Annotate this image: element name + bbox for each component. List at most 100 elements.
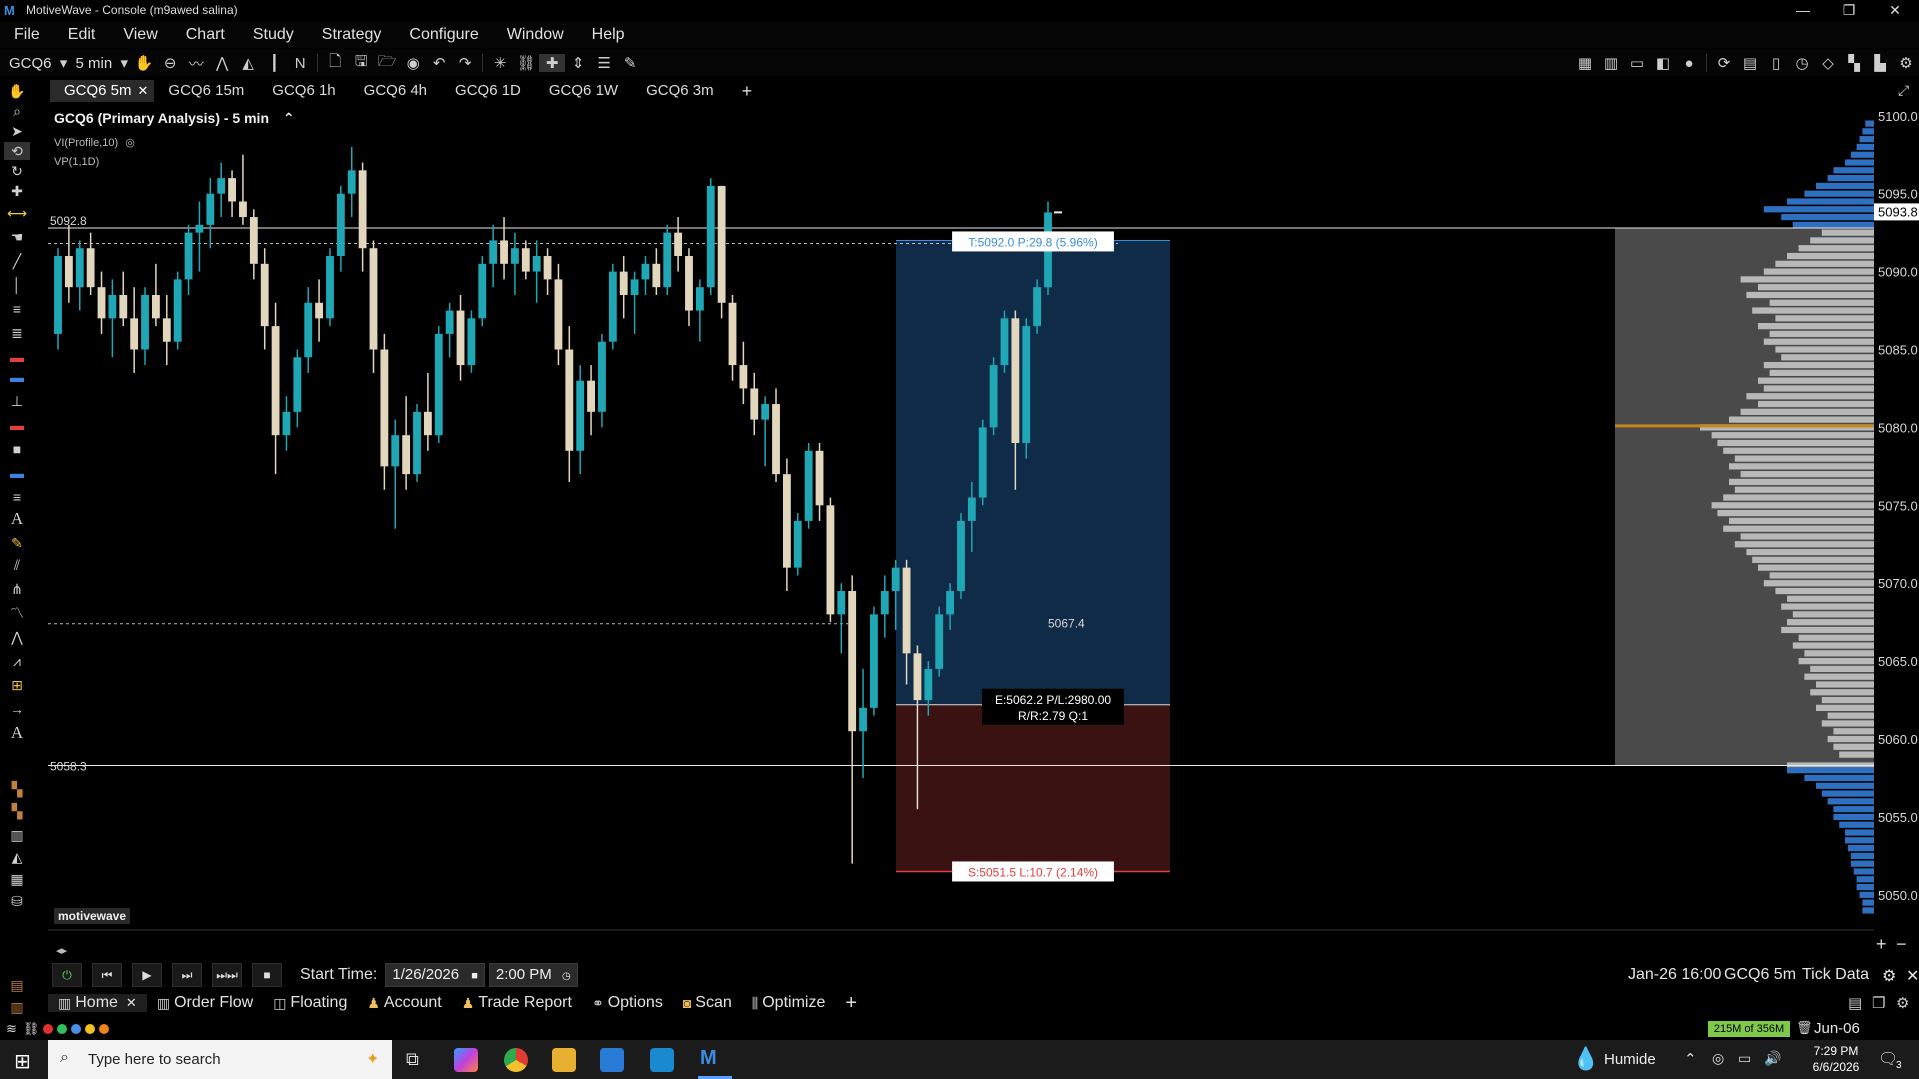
replay-data-source[interactable]: Tick Data <box>1802 966 1869 984</box>
panel-account[interactable]: ♟ Account <box>357 994 451 1012</box>
chrome-icon[interactable] <box>504 1048 528 1072</box>
redo-icon[interactable]: ↷ <box>452 54 478 72</box>
hand-pan-icon[interactable]: ✋ <box>131 54 157 72</box>
zoom-out-icon[interactable]: − <box>1896 934 1907 955</box>
panel-home[interactable]: ▥ Home ✕ <box>48 994 147 1012</box>
panel-scan[interactable]: ◙ Scan <box>673 994 742 1012</box>
crosshair-icon[interactable]: ✚ <box>539 54 566 72</box>
draw-tool-icon[interactable]: ✎ <box>617 54 643 72</box>
gear-icon[interactable]: ⚙ <box>1882 966 1896 986</box>
panel-optimize[interactable]: ⫼ Optimize <box>742 994 836 1012</box>
memory-usage[interactable]: 215M of 356M <box>1708 1021 1790 1037</box>
monitor-icon[interactable]: ▭ <box>1624 54 1650 72</box>
save-icon[interactable]: 🖫 <box>348 51 374 76</box>
zoom-in-icon[interactable]: + <box>1876 934 1887 955</box>
menu-help[interactable]: Help <box>578 26 639 44</box>
menu-view[interactable]: View <box>109 26 171 44</box>
close-icon[interactable]: ✕ <box>126 995 137 1011</box>
link-icon[interactable]: ⛓ <box>513 54 539 72</box>
menu-strategy[interactable]: Strategy <box>308 26 396 44</box>
motivewave-taskbar-icon[interactable]: M <box>700 1047 717 1070</box>
scroll-left-icon[interactable]: ◂▸ <box>56 944 67 957</box>
eye-hidden-icon[interactable]: ◎ <box>125 137 135 149</box>
layout-icon[interactable]: ▤ <box>1848 994 1862 1012</box>
price-chart[interactable]: 5092.8 5058.3 5067.4 T:5092.0 P:29.8 (5.96%… <box>48 104 1919 934</box>
panel-trade-report[interactable]: ♟ Trade Report <box>452 994 582 1012</box>
clock-icon[interactable]: ◷ <box>1789 54 1815 72</box>
network-icon[interactable]: ▭ <box>1738 1050 1751 1067</box>
tab-gcq6-4h[interactable]: GCQ6 4h <box>350 80 441 102</box>
fast-forward-button[interactable]: ⏭⏭ <box>212 963 242 987</box>
panel-order-flow[interactable]: ▥ Order Flow <box>147 994 263 1012</box>
notebook-icon[interactable]: ▯ <box>1763 54 1789 72</box>
close-icon[interactable]: ✕ <box>1906 966 1919 986</box>
clock-icon[interactable]: ◷ <box>562 971 571 982</box>
taskbar-clock[interactable]: 7:29 PM 6/6/2026 <box>1806 1043 1866 1075</box>
windows-start-icon[interactable]: ⊞ <box>14 1049 31 1074</box>
arrow-icon[interactable]: → <box>4 700 30 718</box>
chart-canvas[interactable]: 5092.85058.35067.4T:5092.0 P:29.8 (5.96%… <box>48 104 1919 934</box>
puzzle-icon[interactable]: ▚ <box>1841 54 1867 72</box>
stop-button[interactable]: ■ <box>252 963 282 987</box>
collapse-icon[interactable]: ⌃ <box>283 110 295 126</box>
panel-options[interactable]: ⚭ Options <box>582 994 673 1012</box>
tab-gcq6-5m[interactable]: GCQ6 5m ✕ <box>50 80 155 102</box>
fib-ext-icon[interactable]: ≣ <box>4 324 30 342</box>
measure-icon[interactable]: ⊥ <box>4 392 30 410</box>
tab-gcq6-1d[interactable]: GCQ6 1D <box>441 80 535 102</box>
range-icon[interactable]: ⟷ <box>4 204 30 222</box>
start-date-field[interactable]: 1/26/2026 ■ <box>385 963 485 987</box>
channel-icon[interactable]: ⫽ <box>4 556 30 574</box>
refresh-icon[interactable]: ⟳ <box>1711 54 1737 72</box>
wave-study-icon[interactable]: ⋀ <box>209 54 235 72</box>
close-icon[interactable]: ✕ <box>138 83 149 98</box>
camera-icon[interactable]: ◉ <box>400 54 426 72</box>
tab-gcq6-3m[interactable]: GCQ6 3m <box>632 80 728 102</box>
weather-text[interactable]: Humide <box>1604 1051 1656 1068</box>
pencil-icon[interactable]: ✎ <box>4 534 30 552</box>
menu-study[interactable]: Study <box>239 26 308 44</box>
text-list-icon[interactable]: ≡ <box>4 488 30 506</box>
layers2-icon[interactable]: ▚ <box>4 802 30 820</box>
symbol-selector[interactable]: GCQ6 <box>4 55 57 72</box>
add-panel-button[interactable]: + <box>835 992 867 1015</box>
area-stats-icon[interactable]: ◭ <box>4 848 30 866</box>
list-icon[interactable]: ☰ <box>591 54 617 72</box>
doc2-icon[interactable]: ▥ <box>4 998 30 1016</box>
line-study-icon[interactable]: 〰 <box>183 53 209 74</box>
close-window-button[interactable]: ✕ <box>1872 0 1918 20</box>
trend-line-icon[interactable]: ╱ <box>4 252 30 270</box>
hand-tool-icon[interactable]: ☚ <box>4 228 30 246</box>
new-document-icon[interactable]: 🗋 <box>322 51 348 76</box>
polyline-icon[interactable]: 〽 <box>4 604 30 622</box>
area-chart-icon[interactable]: ◭ <box>235 54 261 72</box>
pointer-icon[interactable]: ➤ <box>4 122 30 140</box>
zoom-icon[interactable]: ⌕ <box>4 102 30 120</box>
rectangle-icon[interactable]: ■ <box>4 440 30 458</box>
volume-icon[interactable]: 🔊 <box>1764 1050 1781 1067</box>
tab-gcq6-1h[interactable]: GCQ6 1h <box>258 80 349 102</box>
step-button[interactable]: ⏭ <box>172 963 202 987</box>
status-dot-yellow[interactable] <box>85 1024 96 1034</box>
fib-icon[interactable]: ≡ <box>4 300 30 318</box>
outlook-icon[interactable] <box>650 1048 674 1072</box>
restore-button[interactable]: ❐ <box>1826 0 1872 20</box>
window-stack-icon[interactable]: ◧ <box>1650 54 1676 72</box>
store-icon[interactable] <box>600 1048 624 1072</box>
menu-configure[interactable]: Configure <box>395 26 492 44</box>
expand-icon[interactable]: ⤢ <box>1898 82 1909 99</box>
play-button[interactable]: ▶ <box>132 963 162 987</box>
menu-edit[interactable]: Edit <box>54 26 110 44</box>
status-dot-orange[interactable] <box>99 1024 110 1034</box>
task-view-icon[interactable]: ⧉ <box>406 1049 419 1070</box>
annotation-icon[interactable]: A <box>4 724 30 742</box>
start-time-field[interactable]: 2:00 PM ◷ <box>488 963 578 987</box>
chevron-up-icon[interactable]: ⌃ <box>1684 1050 1697 1068</box>
chevron-down-icon[interactable]: ▾ <box>57 54 71 72</box>
timeframe-selector[interactable]: 5 min <box>71 55 118 72</box>
doc-icon[interactable]: ▤ <box>4 976 30 994</box>
red-rect-icon[interactable]: ▬ <box>4 416 30 434</box>
chevron-down-icon[interactable]: ▾ <box>117 54 131 72</box>
bar-stats-icon[interactable]: ▥ <box>4 826 30 844</box>
calendar-icon[interactable]: ■ <box>471 970 478 982</box>
